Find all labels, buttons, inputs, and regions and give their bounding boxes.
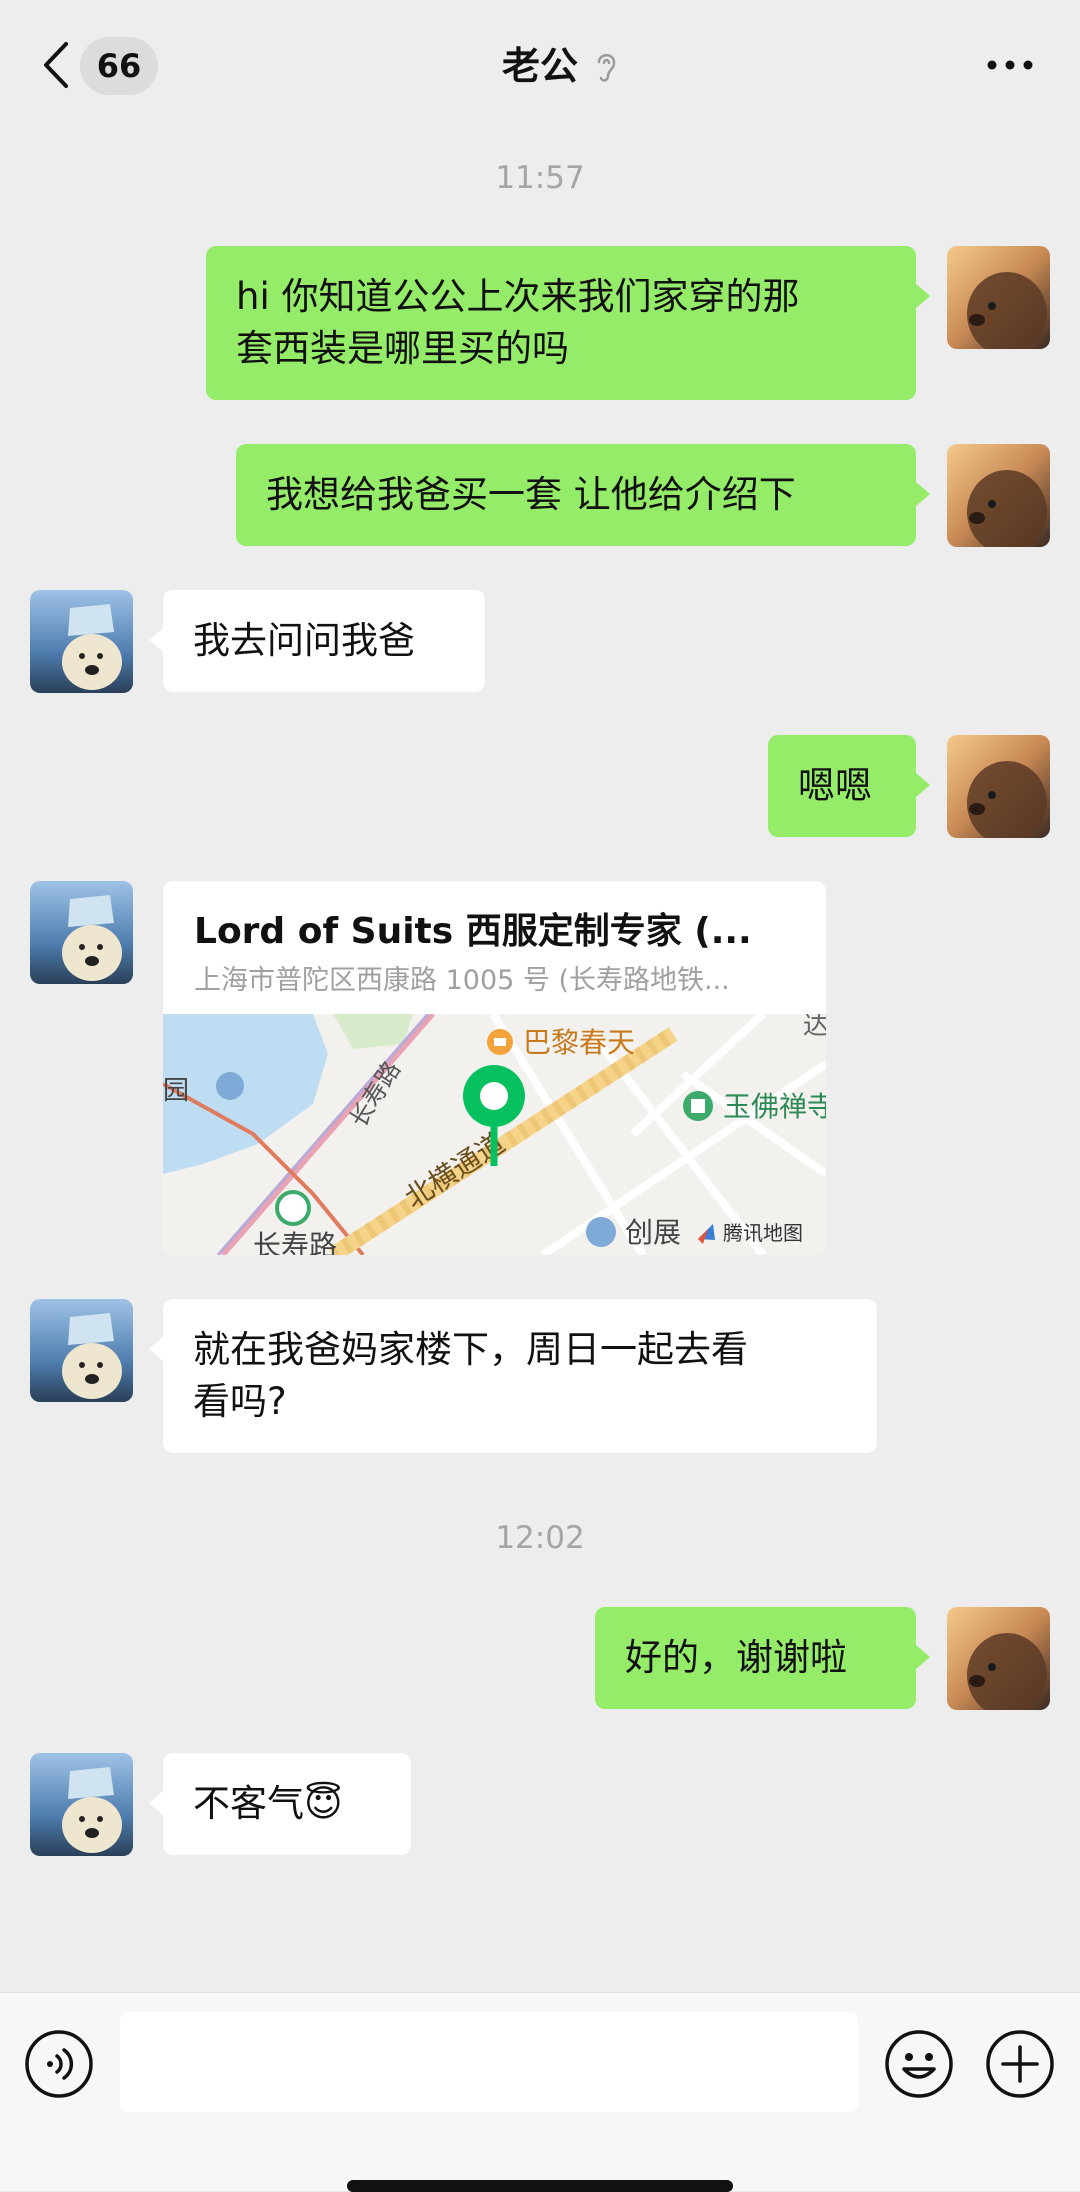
map-label-poi-left: 园 <box>163 1076 189 1106</box>
self-avatar[interactable] <box>947 1607 1050 1710</box>
self-avatar[interactable] <box>947 444 1050 547</box>
message-bubble-received[interactable]: 我去问问我爸 <box>149 590 485 692</box>
message-bubble-received[interactable]: 就在我爸妈家楼下，周日一起去看 看吗? <box>149 1299 877 1453</box>
timestamp: 12:02 <box>495 1520 585 1556</box>
timestamp: 11:57 <box>495 160 585 196</box>
chat-header: 66 老公 <box>0 0 1080 130</box>
ear-icon <box>597 54 616 82</box>
message-bubble-sent[interactable]: 嗯嗯 <box>768 735 930 837</box>
map-label-poi-bottom: 创展 <box>625 1216 681 1249</box>
input-bar <box>0 1992 1080 2191</box>
contact-avatar[interactable] <box>30 1299 133 1402</box>
chat-title: 老公 <box>501 44 578 88</box>
location-title: Lord of Suits 西服定制专家 (... <box>194 911 752 952</box>
message-bubble-sent[interactable]: hi 你知道公公上次来我们家穿的那 套西装是哪里买的吗 <box>206 246 930 400</box>
contact-avatar[interactable] <box>30 1753 133 1856</box>
message-bubble-received[interactable]: 不客气😇 <box>149 1753 411 1855</box>
message-bubble-sent[interactable]: 我想给我爸买一套 让他给介绍下 <box>236 444 930 546</box>
self-avatar[interactable] <box>947 246 1050 349</box>
home-indicator[interactable] <box>347 2180 733 2192</box>
map-label-poi-top: 巴黎春天 <box>523 1026 635 1059</box>
message-bubble-sent[interactable]: 好的，谢谢啦 <box>595 1607 930 1709</box>
map-label-poi-right: 玉佛禅寺 <box>723 1090 826 1123</box>
plus-icon[interactable] <box>985 2029 1055 2099</box>
contact-avatar[interactable] <box>30 590 133 693</box>
location-address: 上海市普陀区西康路 1005 号 (长寿路地铁... <box>194 965 730 996</box>
map-label-corner-top: 达 <box>803 1014 826 1041</box>
voice-input-icon[interactable] <box>24 2029 94 2099</box>
emoji-icon[interactable] <box>884 2029 954 2099</box>
message-input[interactable] <box>120 2012 858 2112</box>
location-card[interactable]: Lord of Suits 西服定制专家 (... 上海市普陀区西康路 1005… <box>163 881 826 1255</box>
more-options-icon[interactable] <box>985 55 1035 75</box>
contact-avatar[interactable] <box>30 881 133 984</box>
map-brand-label: 腾讯地图 <box>723 1221 803 1245</box>
location-map[interactable]: 巴黎春天 达 玉佛禅寺 园 长寿路 北横通道 长寿路 创展 腾讯地图 <box>163 1014 826 1255</box>
self-avatar[interactable] <box>947 735 1050 838</box>
map-label-road-changshou-bottom: 长寿路 <box>253 1229 337 1255</box>
